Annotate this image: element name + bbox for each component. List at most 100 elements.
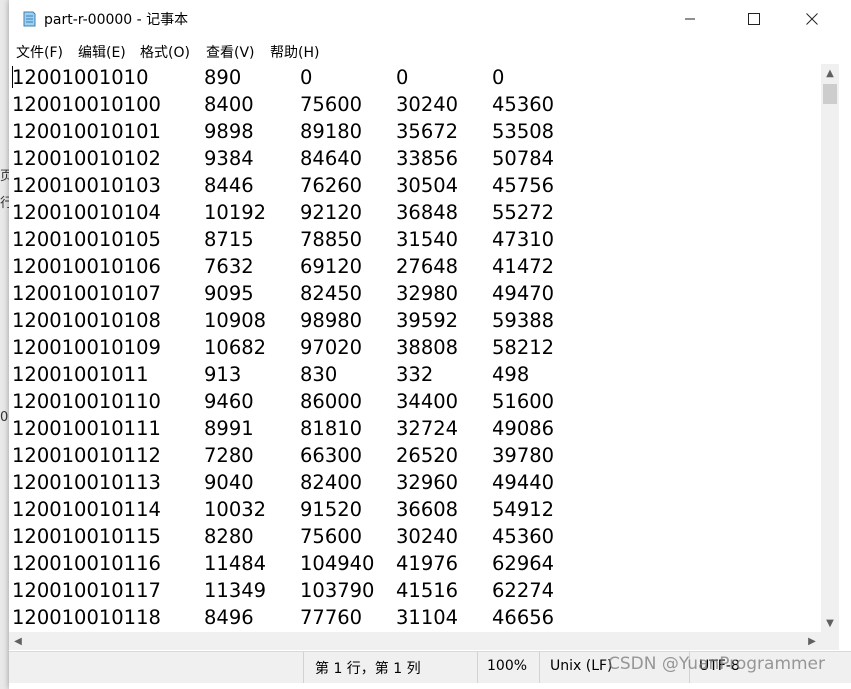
menu-file[interactable]: 文件(F) — [16, 42, 63, 62]
text-field: 9095 — [204, 282, 254, 305]
text-field: 8400 — [204, 93, 254, 116]
watermark: CSDN @YuanProgrammer — [608, 654, 826, 674]
text-field: 49440 — [492, 471, 555, 494]
text-field: 120010010109 — [12, 336, 161, 359]
text-field: 75600 — [300, 93, 363, 116]
scroll-up-icon[interactable]: ▲ — [821, 64, 839, 82]
text-field: 41976 — [396, 552, 459, 575]
text-field: 120010010102 — [12, 147, 161, 170]
text-field: 332 — [396, 363, 434, 386]
text-field: 120010010118 — [12, 606, 161, 629]
status-cursor-position: 第 1 行，第 1 列 — [315, 661, 421, 677]
text-field: 41472 — [492, 255, 555, 278]
text-field: 8446 — [204, 174, 254, 197]
text-field: 8715 — [204, 228, 254, 251]
text-field: 27648 — [396, 255, 459, 278]
text-field: 84640 — [300, 147, 363, 170]
close-button[interactable] — [789, 0, 835, 37]
text-field: 498 — [492, 363, 530, 386]
text-field: 12001001011 — [12, 363, 149, 386]
text-field: 58212 — [492, 336, 555, 359]
text-field: 89180 — [300, 120, 363, 143]
notepad-window: part-r-00000 - 记事本 文件(F) 编辑(E) 格式(O) 查看(… — [9, 0, 851, 689]
notepad-icon — [23, 11, 36, 27]
text-field: 53508 — [492, 120, 555, 143]
text-field: 31540 — [396, 228, 459, 251]
maximize-icon — [748, 12, 760, 25]
text-editor-area[interactable]: 12001001010 890 0 0 0 120010010100 8400 75600 30… — [9, 64, 821, 632]
text-field: 120010010111 — [12, 417, 161, 440]
text-field: 45360 — [492, 93, 555, 116]
status-divider — [539, 652, 540, 683]
menu-format[interactable]: 格式(O) — [140, 42, 190, 62]
text-field: 39592 — [396, 309, 459, 332]
scroll-left-icon[interactable]: ◀ — [9, 632, 27, 650]
text-field: 59388 — [492, 309, 555, 332]
vertical-scroll-thumb[interactable] — [823, 84, 837, 104]
text-field: 7632 — [204, 255, 254, 278]
minimize-button[interactable] — [667, 0, 713, 37]
text-field: 9460 — [204, 390, 254, 413]
text-field: 62274 — [492, 579, 555, 602]
text-field: 11484 — [204, 552, 267, 575]
text-field: 35672 — [396, 120, 459, 143]
horizontal-scrollbar[interactable]: ◀ ▶ — [9, 632, 821, 650]
text-field: 98980 — [300, 309, 363, 332]
text-field: 55272 — [492, 201, 555, 224]
text-field: 120010010106 — [12, 255, 161, 278]
text-field: 30240 — [396, 525, 459, 548]
minimize-icon — [685, 18, 695, 19]
text-field: 120010010103 — [12, 174, 161, 197]
text-field: 9040 — [204, 471, 254, 494]
text-field: 92120 — [300, 201, 363, 224]
text-field: 49470 — [492, 282, 555, 305]
text-field: 12001001010 — [12, 66, 149, 89]
text-field: 78850 — [300, 228, 363, 251]
text-field: 10908 — [204, 309, 267, 332]
text-field: 97020 — [300, 336, 363, 359]
text-field: 91520 — [300, 498, 363, 521]
text-field: 120010010105 — [12, 228, 161, 251]
text-field: 82450 — [300, 282, 363, 305]
text-field: 47310 — [492, 228, 555, 251]
text-field: 34400 — [396, 390, 459, 413]
text-field: 41516 — [396, 579, 459, 602]
text-field: 76260 — [300, 174, 363, 197]
text-field: 30240 — [396, 93, 459, 116]
status-zoom: 100% — [487, 658, 528, 674]
menu-edit[interactable]: 编辑(E) — [78, 42, 126, 62]
text-field: 54912 — [492, 498, 555, 521]
text-field: 10682 — [204, 336, 267, 359]
text-field: 69120 — [300, 255, 363, 278]
text-field: 32960 — [396, 471, 459, 494]
text-field: 9898 — [204, 120, 254, 143]
text-field: 8991 — [204, 417, 254, 440]
text-field: 0 — [396, 66, 409, 89]
menu-help[interactable]: 帮助(H) — [270, 42, 319, 62]
text-cursor — [12, 66, 13, 88]
close-icon — [806, 12, 818, 25]
text-field: 120010010117 — [12, 579, 161, 602]
scrollbar-corner — [821, 632, 839, 650]
text-field: 62964 — [492, 552, 555, 575]
scroll-down-icon[interactable]: ▼ — [821, 614, 839, 632]
text-field: 120010010116 — [12, 552, 161, 575]
text-field: 0 — [492, 66, 505, 89]
text-field: 103790 — [300, 579, 375, 602]
title-bar[interactable]: part-r-00000 - 记事本 — [9, 0, 851, 37]
text-field: 11349 — [204, 579, 267, 602]
text-field: 830 — [300, 363, 338, 386]
vertical-scrollbar[interactable]: ▲ ▼ — [821, 64, 839, 632]
text-field: 0 — [300, 66, 313, 89]
text-field: 49086 — [492, 417, 555, 440]
text-field: 7280 — [204, 444, 254, 467]
text-field: 66300 — [300, 444, 363, 467]
text-field: 120010010107 — [12, 282, 161, 305]
window-title: part-r-00000 - 记事本 — [44, 12, 189, 28]
maximize-button[interactable] — [731, 0, 777, 37]
menu-view[interactable]: 查看(V) — [206, 42, 255, 62]
scroll-right-icon[interactable]: ▶ — [803, 632, 821, 650]
text-field: 39780 — [492, 444, 555, 467]
text-field: 104940 — [300, 552, 375, 575]
status-divider — [303, 652, 304, 683]
